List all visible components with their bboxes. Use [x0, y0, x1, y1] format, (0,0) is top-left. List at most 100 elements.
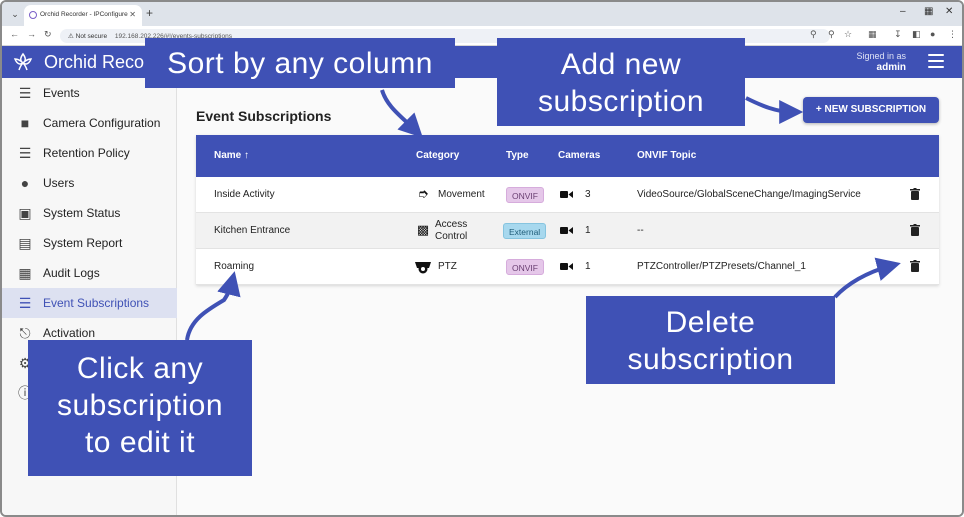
sidebar-item-label: Users — [43, 176, 75, 190]
column-header-cameras[interactable]: Cameras — [558, 150, 600, 161]
medkit-icon: ▣ — [18, 205, 32, 221]
video-camera-icon — [560, 191, 573, 198]
row-name: Inside Activity — [214, 189, 275, 200]
annotation-edit-line: subscription — [56, 389, 224, 422]
table-row[interactable]: Roaming PTZ ONVIF 1 PTZController/PTZPre… — [196, 249, 939, 285]
restore-icon[interactable]: ▦ — [924, 6, 933, 17]
row-category: Access Control — [435, 219, 468, 242]
annotation-sort: Sort by any column — [145, 38, 455, 88]
profile-icon[interactable]: ● — [930, 29, 935, 39]
audit-icon: ▦ — [18, 265, 32, 281]
tab-title: Orchid Recorder - IPConfigure — [40, 11, 128, 18]
subscriptions-icon: ☰ — [18, 295, 32, 311]
user-icon: ● — [20, 175, 30, 191]
annotation-delete: Delete subscription — [586, 296, 835, 384]
row-name: Roaming — [214, 261, 255, 272]
events-icon: ☰ — [18, 85, 32, 101]
sidebar-item-label: Camera Configuration — [43, 116, 161, 130]
delete-icon[interactable] — [910, 224, 920, 236]
row-cameras: 1 — [585, 225, 591, 236]
annotation-delete-line: Delete — [665, 306, 756, 339]
sidebar-item-system-status[interactable]: ▣ System Status — [2, 198, 177, 228]
sidebar-item-label: System Report — [43, 236, 123, 250]
back-icon[interactable]: ← — [10, 29, 19, 39]
minimize-icon[interactable]: – — [900, 6, 906, 17]
browser-tab[interactable]: Orchid Recorder - IPConfigure ✕ — [24, 5, 142, 26]
type-chip: External — [503, 223, 547, 239]
row-cameras: 1 — [585, 261, 591, 272]
annotation-edit: Click any subscription to edit it — [28, 340, 252, 476]
new-tab-icon[interactable]: + — [146, 6, 153, 20]
row-topic: -- — [637, 225, 644, 236]
page-title: Event Subscriptions — [196, 108, 332, 124]
new-subscription-button[interactable]: + NEW SUBSCRIPTION — [803, 97, 939, 123]
video-camera-icon — [560, 263, 573, 270]
subscriptions-table: Name ↑ Category Type Cameras ONVIF Topic… — [196, 135, 939, 285]
column-header-label: Name — [214, 150, 242, 161]
key-icon[interactable]: ⚲ — [810, 29, 817, 40]
not-secure-label: Not secure — [75, 33, 108, 40]
annotation-delete-line: subscription — [627, 343, 794, 376]
delete-icon[interactable] — [910, 260, 920, 272]
sidebar-item-camera-configuration[interactable]: ■ Camera Configuration — [2, 108, 177, 138]
signed-in-info: Signed in as admin — [856, 51, 906, 73]
column-header-name[interactable]: Name ↑ — [214, 150, 249, 161]
screenshot-frame: ⌄ Orchid Recorder - IPConfigure ✕ + – ▦ … — [0, 0, 964, 517]
table-row[interactable]: Kitchen Entrance ▩ Access Control Extern… — [196, 213, 939, 249]
row-category: PTZ — [438, 261, 457, 272]
favicon-icon — [29, 11, 37, 19]
delete-icon[interactable] — [910, 188, 920, 200]
hamburger-menu-icon[interactable] — [928, 54, 944, 68]
signed-in-user: admin — [876, 62, 906, 73]
zoom-icon[interactable]: ⚲ — [828, 29, 835, 40]
row-name: Kitchen Entrance — [214, 225, 291, 236]
download-icon[interactable]: ↧ — [894, 29, 902, 40]
side-panel-icon[interactable]: ◧ — [912, 29, 921, 40]
sidebar-item-users[interactable]: ● Users — [2, 168, 177, 198]
report-icon: ▤ — [18, 235, 32, 251]
annotation-add-line: Add new — [560, 48, 682, 81]
sidebar-item-label: Activation — [43, 326, 96, 340]
plus-icon: + — [815, 104, 822, 115]
column-header-category[interactable]: Category — [416, 150, 459, 161]
forward-icon[interactable]: → — [27, 29, 36, 39]
sidebar-item-label: Retention Policy — [43, 146, 130, 160]
not-secure-badge[interactable]: ⚠ Not secure — [68, 33, 107, 40]
sidebar-item-retention-policy[interactable]: ☰ Retention Policy — [2, 138, 177, 168]
type-chip: ONVIF — [506, 187, 544, 203]
tab-close-icon[interactable]: ✕ — [129, 10, 136, 19]
type-chip: ONVIF — [506, 259, 544, 275]
database-icon: ☰ — [18, 145, 32, 161]
annotation-add-line: subscription — [537, 85, 705, 118]
main-content: Event Subscriptions + NEW SUBSCRIPTION N… — [178, 78, 962, 515]
app-title: Orchid Reco — [44, 52, 145, 72]
video-camera-icon — [560, 227, 573, 234]
sidebar-item-system-report[interactable]: ▤ System Report — [2, 228, 177, 258]
column-header-onvif-topic[interactable]: ONVIF Topic — [637, 150, 696, 161]
badge-id-icon: ▩ — [416, 222, 430, 237]
column-header-type[interactable]: Type — [506, 150, 529, 161]
row-category: Movement — [438, 189, 485, 200]
browser-menu-icon[interactable]: ⋮ — [948, 29, 957, 40]
annotation-sort-text: Sort by any column — [167, 47, 433, 80]
sidebar-item-label: Events — [43, 86, 80, 100]
sidebar-item-audit-logs[interactable]: ▦ Audit Logs — [2, 258, 177, 288]
sidebar-item-label: System Status — [43, 206, 121, 220]
sidebar-item-label: Event Subscriptions — [43, 296, 150, 310]
annotation-edit-line: to edit it — [84, 426, 196, 459]
sidebar-item-event-subscriptions[interactable]: ☰ Event Subscriptions — [2, 288, 177, 318]
table-header: Name ↑ Category Type Cameras ONVIF Topic — [196, 135, 939, 177]
reload-icon[interactable]: ↻ — [44, 29, 52, 40]
person-walking-icon: ➮ — [417, 186, 429, 201]
ptz-camera-icon — [415, 262, 431, 274]
sidebar-item-label: Audit Logs — [43, 266, 100, 280]
table-row[interactable]: Inside Activity ➮ Movement ONVIF 3 Video… — [196, 177, 939, 213]
bookmark-star-icon[interactable]: ☆ — [844, 29, 852, 40]
row-topic: VideoSource/GlobalSceneChange/ImagingSer… — [637, 189, 861, 200]
extensions-icon[interactable]: ▦ — [868, 29, 877, 40]
browser-tab-strip: ⌄ Orchid Recorder - IPConfigure ✕ + – ▦ … — [2, 2, 962, 26]
signed-in-label: Signed in as — [856, 51, 906, 61]
row-cameras: 3 — [585, 189, 591, 200]
tab-search-icon[interactable]: ⌄ — [8, 7, 22, 21]
close-window-icon[interactable]: ✕ — [945, 6, 953, 17]
